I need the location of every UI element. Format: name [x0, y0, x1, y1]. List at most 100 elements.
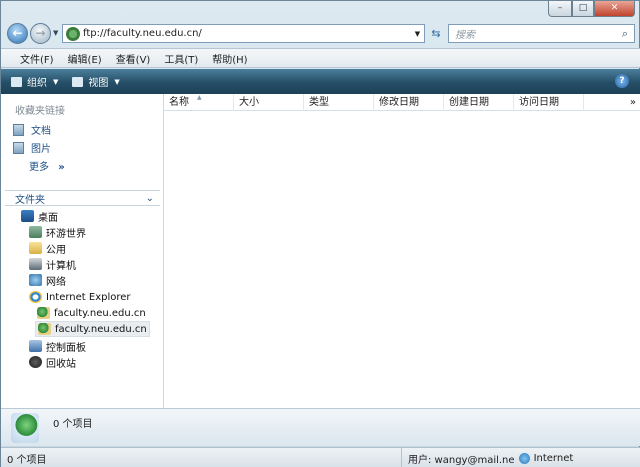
double-chevron-icon: »: [58, 162, 65, 173]
search-box[interactable]: 搜索 ⌕: [448, 24, 635, 43]
explorer-window: – □ ✕ ← → ▼ ftp://faculty.neu.edu.cn/ ▼ …: [0, 0, 640, 467]
tree-item-computer[interactable]: 计算机: [29, 256, 76, 272]
folders-header[interactable]: 文件夹 ⌄: [5, 190, 160, 206]
view-icon: [72, 76, 84, 87]
menu-bar: 文件(F) 编辑(E) 查看(V) 工具(T) 帮助(H): [1, 48, 640, 68]
more-favorites-link[interactable]: 更多 »: [29, 158, 65, 173]
column-label: 创建日期: [449, 97, 489, 108]
column-created[interactable]: 创建日期: [444, 94, 514, 111]
desktop-icon: [21, 210, 34, 222]
tree-label: faculty.neu.edu.cn: [54, 307, 146, 319]
more-columns-icon[interactable]: »: [630, 94, 636, 111]
tree-label: 控制面板: [46, 342, 86, 354]
tree-item-public[interactable]: 公用: [29, 240, 66, 256]
column-accessed[interactable]: 访问日期: [514, 94, 584, 111]
column-type[interactable]: 类型: [304, 94, 374, 111]
favorite-pictures[interactable]: 图片: [13, 140, 51, 155]
tree-item-network[interactable]: 网络: [29, 272, 66, 288]
tree-item-control-panel[interactable]: 控制面板: [29, 338, 86, 354]
column-label: 大小: [239, 97, 259, 108]
picture-icon: [13, 141, 24, 154]
document-icon: [13, 123, 24, 136]
folders-label: 文件夹: [15, 194, 45, 206]
item-count: 0 个项目: [53, 419, 93, 430]
maximize-button[interactable]: □: [572, 1, 594, 17]
tree-item-recycle-bin[interactable]: 回收站: [29, 354, 76, 370]
forward-button[interactable]: →: [30, 23, 51, 44]
recycle-bin-icon: [29, 356, 42, 368]
network-icon: [29, 274, 42, 286]
file-list[interactable]: 名称 ▲ 大小 类型 修改日期 创建日期 访问日期 »: [164, 94, 640, 408]
window-controls: – □ ✕: [548, 1, 635, 18]
ftp-icon: [66, 26, 80, 41]
chevron-down-icon: ▼: [53, 77, 59, 86]
organize-icon: [11, 76, 22, 87]
favorite-label: 图片: [31, 144, 51, 155]
column-headers: 名称 ▲ 大小 类型 修改日期 创建日期 访问日期 »: [164, 94, 640, 111]
details-pane: 0 个项目: [1, 408, 640, 446]
organize-label: 组织: [27, 78, 47, 89]
control-panel-icon: [29, 340, 42, 352]
status-user-zone: 用户: wangy@mail.ne Internet: [401, 448, 573, 467]
column-name[interactable]: 名称 ▲: [164, 94, 234, 111]
ie-icon: [29, 291, 42, 303]
status-zone: Internet: [533, 452, 574, 464]
ftp-icon: [37, 307, 50, 319]
menu-tools[interactable]: 工具(T): [157, 51, 205, 66]
column-label: 类型: [309, 97, 329, 108]
address-field[interactable]: ftp://faculty.neu.edu.cn/ ▼: [62, 24, 425, 43]
view-button[interactable]: 视图 ▼: [72, 74, 120, 89]
status-user: 用户: wangy@mail.ne: [408, 454, 515, 466]
more-label: 更多: [29, 162, 49, 173]
tree-item-travel[interactable]: 环游世界: [29, 224, 86, 240]
tree-item-ftp-2[interactable]: faculty.neu.edu.cn: [35, 321, 150, 337]
search-input[interactable]: 搜索: [449, 26, 616, 41]
address-text[interactable]: ftp://faculty.neu.edu.cn/: [83, 28, 411, 39]
favorite-documents[interactable]: 文档: [13, 122, 51, 137]
computer-icon: [29, 258, 42, 270]
tree-label: Internet Explorer: [46, 291, 131, 303]
folder-icon: [29, 226, 42, 238]
refresh-icon[interactable]: ⇆: [427, 24, 445, 43]
tree-label: 回收站: [46, 358, 76, 370]
tree-label: 桌面: [38, 212, 58, 224]
back-button[interactable]: ←: [7, 23, 28, 44]
help-icon[interactable]: ?: [615, 74, 629, 88]
content-area: 收藏夹链接 文档 图片 更多 » 文件夹 ⌄ 桌面 环游世界 公用 计算机 网络…: [1, 94, 640, 408]
view-label: 视图: [88, 78, 109, 89]
address-bar-row: ← → ▼ ftp://faculty.neu.edu.cn/ ▼ ⇆ 搜索 ⌕: [1, 22, 640, 46]
chevron-down-icon: ▼: [114, 77, 120, 86]
tree-label: 环游世界: [46, 228, 86, 240]
column-label: 修改日期: [379, 97, 419, 108]
column-label: 访问日期: [519, 97, 559, 108]
status-item-count: 0 个项目: [7, 455, 47, 466]
folder-icon: [29, 242, 42, 254]
column-label: 名称: [169, 97, 189, 108]
status-bar: 0 个项目 用户: wangy@mail.ne Internet: [1, 447, 640, 467]
menu-help[interactable]: 帮助(H): [205, 51, 254, 66]
tree-label: 网络: [46, 276, 66, 288]
tree-label: 公用: [46, 244, 66, 256]
minimize-button[interactable]: –: [548, 1, 572, 17]
chevron-down-icon[interactable]: ▼: [411, 30, 424, 38]
favorite-label: 文档: [31, 126, 51, 137]
favorites-header: 收藏夹链接: [15, 106, 65, 117]
menu-edit[interactable]: 编辑(E): [61, 51, 109, 66]
close-button[interactable]: ✕: [594, 1, 635, 17]
column-size[interactable]: 大小: [234, 94, 304, 111]
column-modified[interactable]: 修改日期: [374, 94, 444, 111]
organize-button[interactable]: 组织 ▼: [11, 74, 58, 89]
search-icon[interactable]: ⌕: [616, 27, 634, 41]
tree-item-desktop[interactable]: 桌面: [21, 208, 58, 224]
history-dropdown-icon[interactable]: ▼: [53, 29, 58, 37]
tree-item-ftp-1[interactable]: faculty.neu.edu.cn: [37, 305, 146, 321]
globe-icon: [518, 452, 530, 464]
ftp-icon: [38, 323, 51, 335]
tree-label: 计算机: [46, 260, 76, 272]
navigation-pane: 收藏夹链接 文档 图片 更多 » 文件夹 ⌄ 桌面 环游世界 公用 计算机 网络…: [1, 94, 164, 408]
chevron-down-icon: ⌄: [145, 192, 154, 204]
menu-file[interactable]: 文件(F): [13, 51, 61, 66]
menu-view[interactable]: 查看(V): [109, 51, 158, 66]
command-bar: 组织 ▼ 视图 ▼ ?: [1, 69, 640, 94]
tree-item-internet-explorer[interactable]: Internet Explorer: [29, 289, 131, 305]
